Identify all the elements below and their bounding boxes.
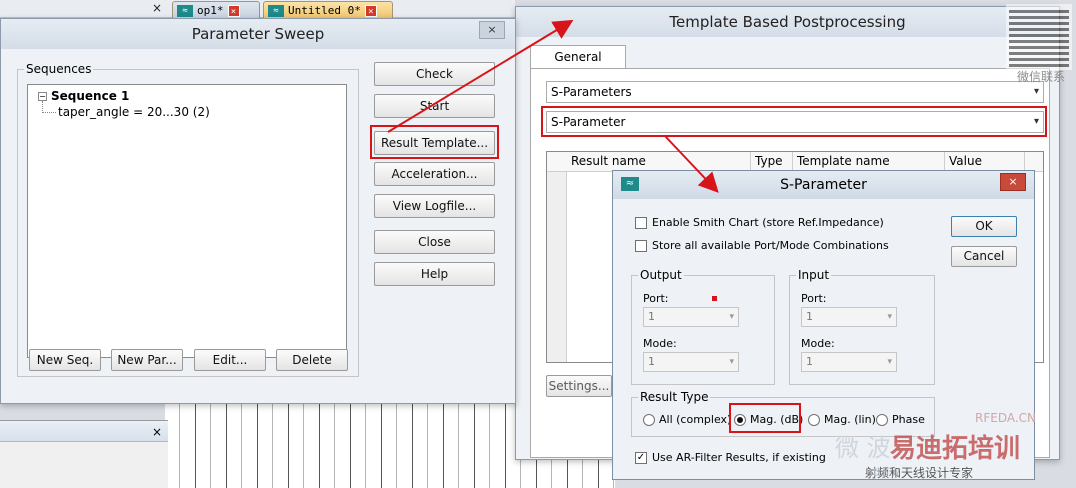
document-tab-untitled[interactable]: ≈ Untitled 0* × bbox=[263, 1, 393, 19]
red-marker bbox=[712, 296, 717, 301]
checkbox-label: Enable Smith Chart (store Ref.Impedance) bbox=[652, 216, 884, 229]
cancel-button[interactable]: Cancel bbox=[951, 246, 1017, 267]
wave-icon: ≈ bbox=[621, 177, 639, 191]
chevron-down-icon: ▾ bbox=[1033, 86, 1039, 97]
window-title: Parameter Sweep bbox=[1, 19, 515, 49]
view-logfile-button[interactable]: View Logfile... bbox=[374, 194, 495, 218]
background-lower-panel-bar bbox=[0, 422, 168, 442]
radio-circle[interactable] bbox=[808, 413, 820, 426]
column-template-name[interactable]: Template name bbox=[793, 152, 945, 172]
output-port-label: Port: bbox=[643, 292, 669, 305]
result-category-combo[interactable]: S-Parameters ▾ bbox=[546, 81, 1044, 103]
qr-code bbox=[1006, 4, 1072, 70]
radio-circle-selected[interactable] bbox=[734, 413, 746, 426]
tab-label: Untitled 0* bbox=[288, 4, 361, 17]
column-value[interactable]: Value bbox=[945, 152, 1025, 172]
chevron-down-icon: ▾ bbox=[887, 312, 892, 322]
lower-panel-close-icon[interactable]: × bbox=[150, 425, 164, 439]
acceleration-button[interactable]: Acceleration... bbox=[374, 162, 495, 186]
chevron-down-icon: ▾ bbox=[1033, 116, 1039, 127]
result-template-button[interactable]: Result Template... bbox=[374, 131, 495, 155]
parameter-sweep-window: Parameter Sweep × Sequences − Sequence 1… bbox=[0, 18, 516, 404]
group-title: Result Type bbox=[638, 390, 711, 404]
radio-label: Mag. (dB) bbox=[750, 413, 804, 426]
tree-connector bbox=[42, 101, 56, 113]
combo-value: S-Parameters bbox=[551, 85, 632, 99]
enable-smith-chart-checkbox[interactable]: Enable Smith Chart (store Ref.Impedance) bbox=[635, 216, 884, 229]
radio-phase[interactable]: Phase bbox=[876, 413, 925, 426]
new-seq-button[interactable]: New Seq. bbox=[29, 349, 101, 371]
output-mode-label: Mode: bbox=[643, 337, 677, 350]
dialog-title: S-Parameter bbox=[613, 171, 1034, 199]
ok-button[interactable]: OK bbox=[951, 216, 1017, 237]
combo-value: 1 bbox=[806, 355, 813, 368]
combo-value: S-Parameter bbox=[551, 115, 626, 129]
help-button[interactable]: Help bbox=[374, 262, 495, 286]
watermark-site: RFEDA.CN bbox=[975, 411, 1037, 425]
combo-value: 1 bbox=[648, 310, 655, 323]
combo-value: 1 bbox=[648, 355, 655, 368]
qr-caption: 微信联系 bbox=[1016, 70, 1065, 84]
close-icon[interactable]: × bbox=[1000, 173, 1026, 191]
start-button[interactable]: Start bbox=[374, 94, 495, 118]
group-title: Output bbox=[638, 268, 684, 282]
radio-label: Phase bbox=[892, 413, 925, 426]
delete-button[interactable]: Delete bbox=[276, 349, 348, 371]
tab-close-icon[interactable]: × bbox=[364, 4, 377, 17]
check-button[interactable]: Check bbox=[374, 62, 495, 86]
input-port-combo: 1 ▾ bbox=[801, 307, 897, 327]
radio-circle[interactable] bbox=[876, 413, 888, 426]
grid-header: Result name Type Template name Value bbox=[547, 152, 1043, 172]
new-par-button[interactable]: New Par... bbox=[111, 349, 183, 371]
radio-label: Mag. (lin) bbox=[824, 413, 876, 426]
output-mode-combo: 1 ▾ bbox=[643, 352, 739, 372]
chevron-down-icon: ▾ bbox=[729, 357, 734, 367]
template-type-combo[interactable]: S-Parameter ▾ bbox=[546, 111, 1044, 133]
close-button[interactable]: Close bbox=[374, 230, 495, 254]
radio-all-complex[interactable]: All (complex) bbox=[643, 413, 731, 426]
window-title: Template Based Postprocessing bbox=[516, 7, 1059, 37]
radio-circle[interactable] bbox=[643, 413, 655, 426]
sequence-tree[interactable]: − Sequence 1 taper_angle = 20...30 (2) bbox=[27, 84, 347, 358]
settings-button[interactable]: Settings... bbox=[546, 375, 612, 397]
group-title: Input bbox=[796, 268, 832, 282]
grid-row-header bbox=[547, 172, 567, 362]
column-result-name[interactable]: Result name bbox=[567, 152, 751, 172]
use-ar-filter-checkbox[interactable]: ✓ Use AR-Filter Results, if existing bbox=[635, 451, 826, 464]
radio-mag-db[interactable]: Mag. (dB) bbox=[734, 413, 803, 426]
wave-icon: ≈ bbox=[268, 4, 284, 17]
radio-mag-lin[interactable]: Mag. (lin) bbox=[808, 413, 876, 426]
output-port-combo: 1 ▾ bbox=[643, 307, 739, 327]
checkbox-box-checked[interactable]: ✓ bbox=[635, 451, 647, 464]
chevron-down-icon: ▾ bbox=[887, 357, 892, 367]
input-port-label: Port: bbox=[801, 292, 827, 305]
tab-label: op1* bbox=[197, 4, 224, 17]
watermark-brand: 易迪拓培训 bbox=[890, 434, 1021, 464]
store-all-combinations-checkbox[interactable]: Store all available Port/Mode Combinatio… bbox=[635, 239, 889, 252]
checkbox-label: Store all available Port/Mode Combinatio… bbox=[652, 239, 889, 252]
input-mode-label: Mode: bbox=[801, 337, 835, 350]
group-title: Sequences bbox=[24, 62, 94, 76]
background-close-icon[interactable]: × bbox=[150, 1, 164, 15]
wave-icon: ≈ bbox=[177, 4, 193, 17]
checkbox-box[interactable] bbox=[635, 216, 647, 229]
checkbox-box[interactable] bbox=[635, 239, 647, 252]
column-type[interactable]: Type bbox=[751, 152, 793, 172]
radio-label: All (complex) bbox=[659, 413, 732, 426]
tree-item-parameter[interactable]: taper_angle = 20...30 (2) bbox=[58, 105, 210, 119]
checkbox-label: Use AR-Filter Results, if existing bbox=[652, 451, 826, 464]
input-mode-combo: 1 ▾ bbox=[801, 352, 897, 372]
tab-general-results[interactable]: General Results bbox=[530, 45, 626, 86]
tree-item-label: Sequence 1 bbox=[51, 89, 130, 103]
close-icon[interactable]: × bbox=[479, 21, 505, 39]
watermark-url: http:// bbox=[866, 466, 900, 479]
collapse-icon[interactable]: − bbox=[38, 91, 47, 101]
document-tab-op1[interactable]: ≈ op1* × bbox=[172, 1, 260, 19]
watermark-brand-left: 微 波 bbox=[835, 434, 891, 462]
combo-value: 1 bbox=[806, 310, 813, 323]
chevron-down-icon: ▾ bbox=[729, 312, 734, 322]
edit-button[interactable]: Edit... bbox=[194, 349, 266, 371]
tab-close-icon[interactable]: × bbox=[227, 4, 240, 17]
